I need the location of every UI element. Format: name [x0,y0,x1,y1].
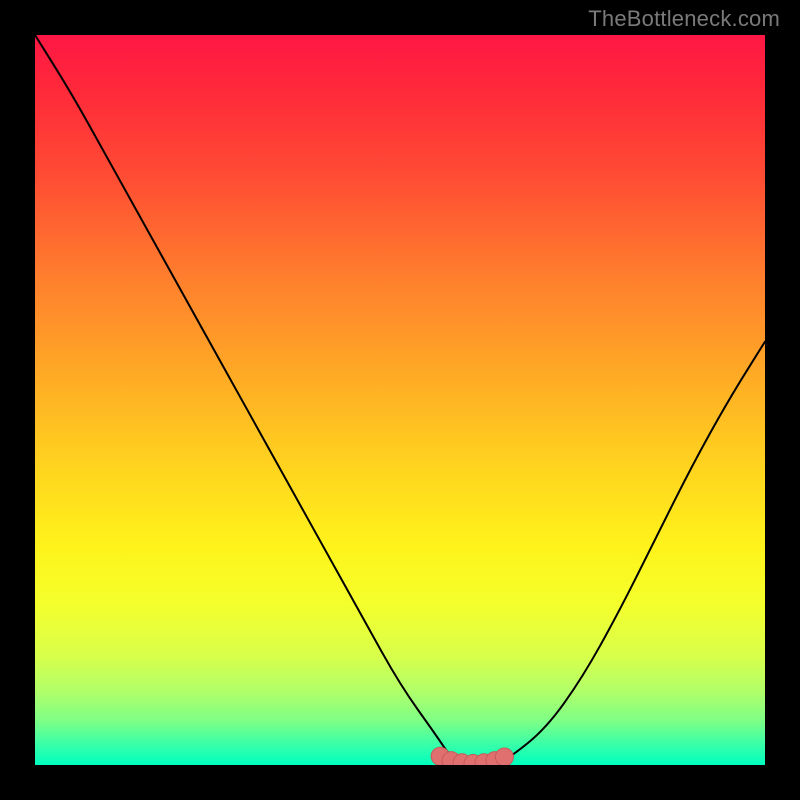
plot-area [35,35,765,765]
chart-frame: TheBottleneck.com [0,0,800,800]
bottleneck-curve [35,35,765,765]
chart-svg [35,35,765,765]
optimal-region-markers [431,747,513,765]
watermark-text: TheBottleneck.com [588,6,780,32]
marker-dot [495,748,513,765]
